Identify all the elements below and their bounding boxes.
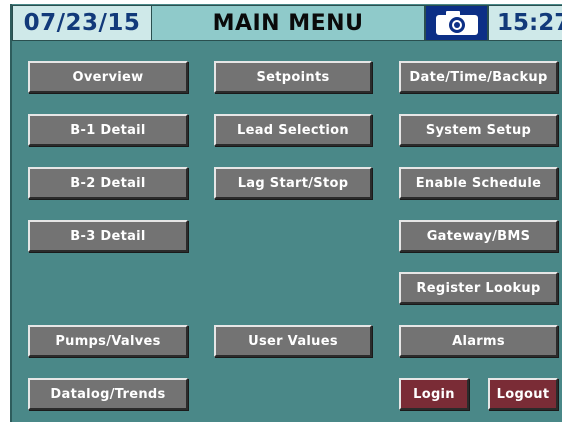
- date-time-backup-button[interactable]: Date/Time/Backup: [399, 61, 558, 93]
- datalog-trends-button[interactable]: Datalog/Trends: [28, 378, 188, 410]
- b1-detail-button[interactable]: B-1 Detail: [28, 114, 188, 146]
- setpoints-button[interactable]: Setpoints: [214, 61, 372, 93]
- register-lookup-button[interactable]: Register Lookup: [399, 272, 558, 304]
- gateway-bms-button[interactable]: Gateway/BMS: [399, 220, 558, 252]
- logout-button[interactable]: Logout: [488, 378, 558, 410]
- overview-button[interactable]: Overview: [28, 61, 188, 93]
- header-bar: 07/23/15 MAIN MENU 15:27: [12, 5, 562, 41]
- login-button[interactable]: Login: [399, 378, 469, 410]
- lag-start-stop-button[interactable]: Lag Start/Stop: [214, 167, 372, 199]
- b3-detail-button[interactable]: B-3 Detail: [28, 220, 188, 252]
- camera-button[interactable]: [425, 5, 488, 41]
- lead-selection-button[interactable]: Lead Selection: [214, 114, 372, 146]
- page-title: MAIN MENU: [152, 5, 425, 41]
- date-display: 07/23/15: [12, 5, 152, 41]
- alarms-button[interactable]: Alarms: [399, 325, 558, 357]
- b2-detail-button[interactable]: B-2 Detail: [28, 167, 188, 199]
- camera-icon: [435, 11, 478, 35]
- time-display: 15:27: [488, 5, 562, 41]
- pumps-valves-button[interactable]: Pumps/Valves: [28, 325, 188, 357]
- enable-schedule-button[interactable]: Enable Schedule: [399, 167, 558, 199]
- user-values-button[interactable]: User Values: [214, 325, 372, 357]
- system-setup-button[interactable]: System Setup: [399, 114, 558, 146]
